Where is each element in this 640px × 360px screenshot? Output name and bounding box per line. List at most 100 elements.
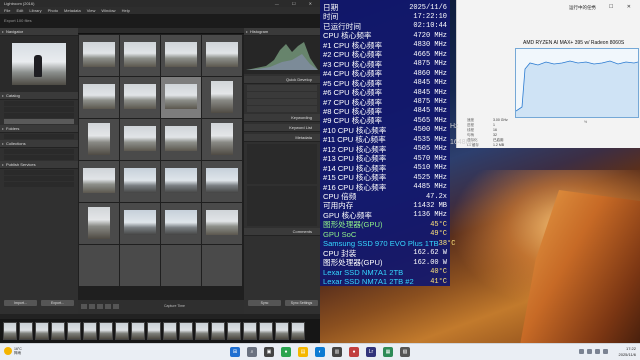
catalog-item-selected[interactable] bbox=[4, 119, 74, 124]
thumbnail-cell[interactable] bbox=[161, 161, 201, 202]
collection-item[interactable] bbox=[4, 155, 74, 160]
grid-view-icon[interactable] bbox=[81, 304, 87, 309]
catalog-item[interactable] bbox=[4, 107, 74, 112]
menu-edit[interactable]: Edit bbox=[16, 7, 23, 14]
menu-window[interactable]: Window bbox=[101, 7, 115, 14]
metadata-fields[interactable] bbox=[247, 144, 317, 184]
metadata-fields[interactable] bbox=[247, 186, 317, 226]
loupe-view-icon[interactable] bbox=[89, 304, 95, 309]
thumbnail-cell[interactable] bbox=[202, 77, 242, 118]
chat-icon[interactable]: ● bbox=[281, 347, 291, 357]
filmstrip-thumb[interactable] bbox=[35, 322, 49, 340]
publish-services-header[interactable]: Publish Services bbox=[0, 161, 78, 169]
navigator-panel-header[interactable]: Navigator bbox=[0, 28, 78, 36]
battery-icon[interactable] bbox=[603, 349, 608, 354]
sync-button[interactable]: Sync bbox=[248, 300, 281, 306]
histogram-panel-header[interactable]: Histogram bbox=[244, 28, 320, 36]
lightroom-icon[interactable]: Lr bbox=[366, 347, 376, 357]
search-icon[interactable]: ⌕ bbox=[247, 347, 257, 357]
menu-view[interactable]: View bbox=[87, 7, 96, 14]
filmstrip-thumb[interactable] bbox=[179, 322, 193, 340]
thumbnail-cell[interactable] bbox=[161, 35, 201, 76]
thumbnail-cell[interactable] bbox=[120, 161, 160, 202]
thumbnail-cell[interactable] bbox=[161, 245, 201, 286]
filmstrip-thumb[interactable] bbox=[51, 322, 65, 340]
network-icon[interactable] bbox=[587, 349, 592, 354]
taskbar-clock[interactable]: 17:22 2025/11/6 bbox=[619, 346, 637, 358]
filmstrip-thumb[interactable] bbox=[291, 322, 305, 340]
thumbnail-cell[interactable] bbox=[202, 161, 242, 202]
quick-develop-row[interactable] bbox=[247, 92, 317, 98]
thumbnail-cell[interactable] bbox=[79, 77, 119, 118]
filmstrip-thumb[interactable] bbox=[115, 322, 129, 340]
filmstrip-thumb[interactable] bbox=[211, 322, 225, 340]
filmstrip-thumb[interactable] bbox=[99, 322, 113, 340]
menu-help[interactable]: Help bbox=[122, 7, 130, 14]
publish-item[interactable] bbox=[4, 170, 74, 175]
metadata-header[interactable]: Metadata bbox=[244, 134, 320, 142]
quick-develop-row[interactable] bbox=[247, 106, 317, 112]
filmstrip-thumb[interactable] bbox=[147, 322, 161, 340]
filmstrip-thumb[interactable] bbox=[19, 322, 33, 340]
folder-item[interactable] bbox=[4, 134, 74, 139]
weather-widget[interactable]: 16°C 阵雨 bbox=[4, 347, 22, 355]
collections-panel-header[interactable]: Collections bbox=[0, 140, 78, 148]
thumbnail-cell[interactable] bbox=[120, 77, 160, 118]
task-manager-icon[interactable]: ▧ bbox=[400, 347, 410, 357]
thumbnail-cell[interactable] bbox=[202, 35, 242, 76]
catalog-item[interactable] bbox=[4, 113, 74, 118]
thumbnail-cell[interactable] bbox=[79, 119, 119, 160]
filmstrip-thumb[interactable] bbox=[83, 322, 97, 340]
window-controls[interactable]: — ☐ ✕ bbox=[275, 0, 318, 7]
sync-settings-button[interactable]: Sync Settings bbox=[285, 300, 318, 306]
thumbnail-cell[interactable] bbox=[79, 203, 119, 244]
thumbnail-cell[interactable] bbox=[202, 119, 242, 160]
catalog-item[interactable] bbox=[4, 101, 74, 106]
thumbnail-cell[interactable] bbox=[161, 119, 201, 160]
thumbnail-cell[interactable] bbox=[120, 203, 160, 244]
collection-item[interactable] bbox=[4, 149, 74, 154]
store-icon[interactable]: ▥ bbox=[332, 347, 342, 357]
keywording-header[interactable]: Keywording bbox=[244, 114, 320, 122]
publish-item[interactable] bbox=[4, 176, 74, 181]
sort-order-select[interactable]: Capture Time bbox=[164, 304, 185, 308]
volume-icon[interactable] bbox=[595, 349, 600, 354]
survey-view-icon[interactable] bbox=[105, 304, 111, 309]
filmstrip-thumb[interactable] bbox=[163, 322, 177, 340]
app-icon[interactable]: ● bbox=[349, 347, 359, 357]
thumbnail-cell[interactable] bbox=[202, 245, 242, 286]
menu-file[interactable]: File bbox=[4, 7, 10, 14]
file-explorer-icon[interactable]: ▤ bbox=[298, 347, 308, 357]
thumbnail-cell[interactable] bbox=[120, 35, 160, 76]
menu-metadata[interactable]: Metadata bbox=[64, 7, 81, 14]
thumbnail-cell[interactable] bbox=[120, 245, 160, 286]
publish-item[interactable] bbox=[4, 182, 74, 187]
filmstrip-thumb[interactable] bbox=[195, 322, 209, 340]
thumbnail-cell[interactable] bbox=[79, 35, 119, 76]
quick-develop-header[interactable]: Quick Develop bbox=[244, 76, 320, 84]
keyword-list-header[interactable]: Keyword List bbox=[244, 124, 320, 132]
thumbnail-cell-selected[interactable] bbox=[161, 77, 201, 118]
menu-library[interactable]: Library bbox=[29, 7, 41, 14]
thumbnail-cell[interactable] bbox=[161, 203, 201, 244]
filmstrip-thumb[interactable] bbox=[3, 322, 17, 340]
folders-panel-header[interactable]: Folders bbox=[0, 125, 78, 133]
import-button[interactable]: Import... bbox=[4, 300, 37, 306]
people-view-icon[interactable] bbox=[113, 304, 119, 309]
filmstrip-thumb[interactable] bbox=[275, 322, 289, 340]
window-controls[interactable]: — ☐ ✕ bbox=[591, 4, 637, 10]
filmstrip-thumb[interactable] bbox=[243, 322, 257, 340]
thumbnail-cell[interactable] bbox=[79, 161, 119, 202]
comments-header[interactable]: Comments bbox=[244, 228, 320, 236]
filmstrip-thumb[interactable] bbox=[67, 322, 81, 340]
filmstrip-thumb[interactable] bbox=[131, 322, 145, 340]
filmstrip-thumb[interactable] bbox=[227, 322, 241, 340]
compare-view-icon[interactable] bbox=[97, 304, 103, 309]
start-icon[interactable]: ⊞ bbox=[230, 347, 240, 357]
navigator-preview[interactable] bbox=[0, 36, 78, 92]
catalog-panel-header[interactable]: Catalog bbox=[0, 92, 78, 100]
menu-photo[interactable]: Photo bbox=[48, 7, 58, 14]
monitor-app-icon[interactable]: ▦ bbox=[383, 347, 393, 357]
thumbnail-cell[interactable] bbox=[202, 203, 242, 244]
filmstrip-thumb[interactable] bbox=[259, 322, 273, 340]
